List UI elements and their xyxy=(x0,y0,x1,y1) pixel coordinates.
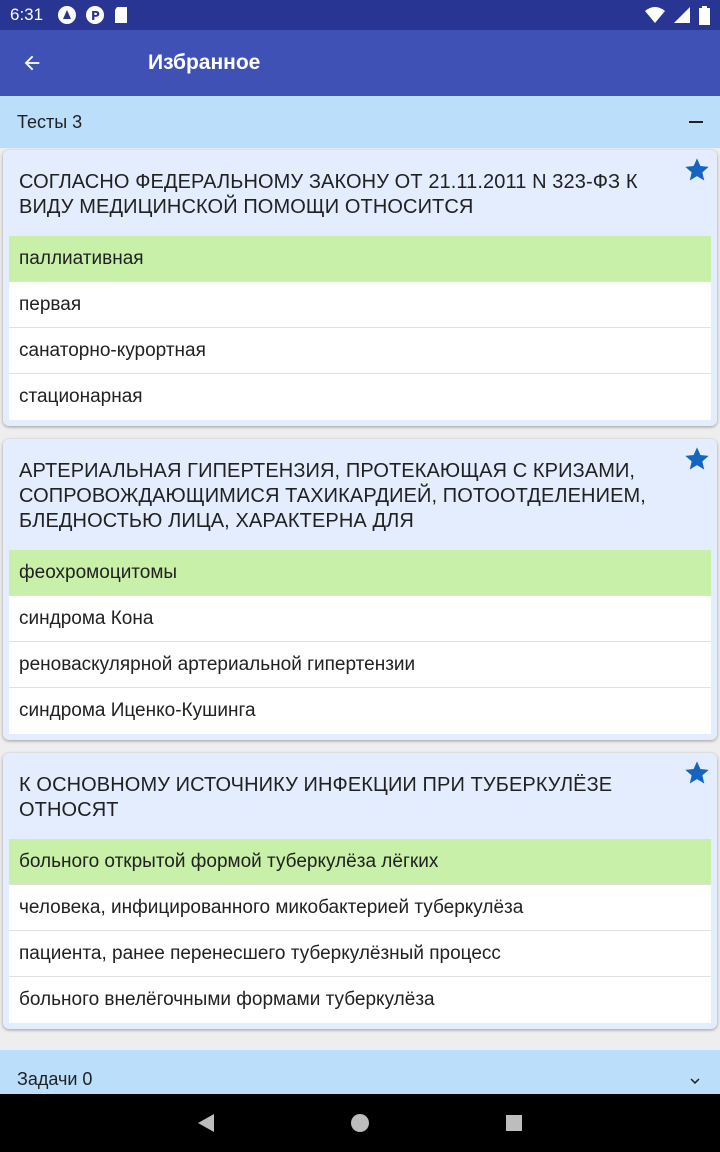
answer-option[interactable]: реноваскулярной артериальной гипертензии xyxy=(9,642,711,688)
answer-option-correct[interactable]: феохромоцитомы xyxy=(9,550,711,596)
answer-option-correct[interactable]: больного открытой формой туберкулёза лёг… xyxy=(9,839,711,885)
status-time: 6:31 xyxy=(10,5,44,24)
nav-recents-button[interactable] xyxy=(437,1114,591,1132)
notification-icons: P xyxy=(57,5,129,25)
system-icons xyxy=(645,5,710,25)
answer-list: паллиативная первая санаторно-курортная … xyxy=(9,236,711,420)
circle-home-icon xyxy=(351,1114,369,1132)
wifi-icon xyxy=(645,7,665,23)
triangle-back-icon xyxy=(198,1114,214,1132)
star-icon[interactable] xyxy=(683,759,711,787)
svg-text:P: P xyxy=(91,9,100,23)
star-icon[interactable] xyxy=(683,156,711,184)
system-nav-bar xyxy=(0,1094,720,1152)
page-title: Избранное xyxy=(148,51,261,74)
section-header-tests[interactable]: Тесты 3 xyxy=(0,96,720,148)
sd-card-icon xyxy=(115,7,128,23)
app-notification-icon xyxy=(58,6,77,24)
question-text: СОГЛАСНО ФЕДЕРАЛЬНОМУ ЗАКОНУ ОТ 21.11.20… xyxy=(19,171,638,218)
signal-icon xyxy=(674,7,690,23)
status-bar: 6:31 P xyxy=(0,0,720,30)
answer-list: феохромоцитомы синдрома Кона реноваскуля… xyxy=(9,550,711,734)
answer-option[interactable]: больного внелёгочными формами туберкулёз… xyxy=(9,977,711,1023)
expand-toggle[interactable] xyxy=(686,1072,704,1090)
app-bar: Избранное xyxy=(0,30,720,96)
answer-option[interactable]: первая xyxy=(9,282,711,328)
answer-option[interactable]: человека, инфицированного микобактерией … xyxy=(9,885,711,931)
answer-option-correct[interactable]: паллиативная xyxy=(9,236,711,282)
collapse-toggle[interactable] xyxy=(688,114,704,130)
question-text: К ОСНОВНОМУ ИСТОЧНИКУ ИНФЕКЦИИ ПРИ ТУБЕР… xyxy=(19,774,613,821)
section-label-tests: Тесты 3 xyxy=(17,111,83,132)
minus-icon xyxy=(689,121,703,123)
answer-option[interactable]: синдрома Кона xyxy=(9,596,711,642)
chevron-down-icon xyxy=(690,1078,700,1084)
section-header-tasks[interactable]: Задачи 0 xyxy=(0,1050,720,1098)
answer-option[interactable]: санаторно-курортная xyxy=(9,328,711,374)
question-text: АРТЕРИАЛЬНАЯ ГИПЕРТЕНЗИЯ, ПРОТЕКАЮЩАЯ С … xyxy=(19,460,646,532)
square-recents-icon xyxy=(506,1115,522,1131)
answer-option[interactable]: синдрома Иценко-Кушинга xyxy=(9,688,711,734)
app-notification-icon: P xyxy=(86,6,105,24)
answer-option[interactable]: пациента, ранее перенесшего туберкулёзны… xyxy=(9,931,711,977)
battery-icon xyxy=(699,5,710,25)
question-card: АРТЕРИАЛЬНАЯ ГИПЕРТЕНЗИЯ, ПРОТЕКАЮЩАЯ С … xyxy=(3,439,717,740)
nav-back-button[interactable] xyxy=(129,1113,283,1133)
back-button[interactable] xyxy=(0,30,64,96)
star-icon[interactable] xyxy=(683,445,711,473)
answer-list: больного открытой формой туберкулёза лёг… xyxy=(9,839,711,1023)
question-card: К ОСНОВНОМУ ИСТОЧНИКУ ИНФЕКЦИИ ПРИ ТУБЕР… xyxy=(3,753,717,1029)
arrow-back-icon xyxy=(24,55,40,71)
nav-home-button[interactable] xyxy=(283,1113,437,1133)
section-label-tasks: Задачи 0 xyxy=(17,1069,93,1089)
question-card: СОГЛАСНО ФЕДЕРАЛЬНОМУ ЗАКОНУ ОТ 21.11.20… xyxy=(3,150,717,426)
answer-option[interactable]: стационарная xyxy=(9,374,711,420)
